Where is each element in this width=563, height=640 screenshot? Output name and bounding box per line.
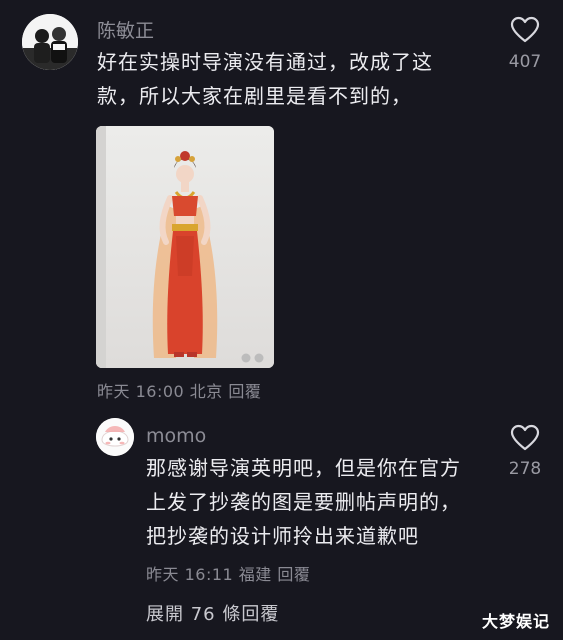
comment-meta: 昨天 16:00 北京 回覆: [97, 378, 261, 402]
heart-outline-icon: [510, 424, 540, 451]
reply-time: 昨天 16:11: [146, 565, 234, 584]
reply-button[interactable]: 回覆: [277, 565, 310, 584]
expand-replies-link[interactable]: 展開 76 條回覆: [146, 600, 279, 626]
heart-outline-icon: [510, 16, 540, 43]
like-button[interactable]: [510, 424, 540, 452]
costume-photo: [96, 126, 274, 368]
reply-location: 福建: [238, 565, 272, 584]
comment-time: 昨天 16:00: [97, 382, 185, 401]
comment-text-line: 款，所以大家在剧里是看不到的，: [97, 84, 412, 108]
like-count: 278: [508, 459, 542, 479]
avatar[interactable]: [96, 418, 134, 456]
reply-text-line: 把抄袭的设计师拎出来道歉吧: [146, 524, 419, 548]
like-button[interactable]: [510, 16, 540, 44]
comment-text: 好在实操时导演没有通过，改成了这 款，所以大家在剧里是看不到的，: [97, 45, 467, 113]
watermark: 大梦娱记: [482, 612, 551, 631]
like-count: 407: [508, 52, 542, 72]
reply-text-line: 那感谢导演英明吧，但是你在官方: [146, 456, 461, 480]
reply-username[interactable]: momo: [146, 425, 206, 447]
comment-username[interactable]: 陈敏正: [97, 16, 154, 43]
avatar[interactable]: [22, 14, 78, 70]
comment-location: 北京: [189, 382, 223, 401]
comment-text-line: 好在实操时导演没有通过，改成了这: [97, 50, 433, 74]
reply-button[interactable]: 回覆: [228, 382, 261, 401]
reply-meta: 昨天 16:11 福建 回覆: [146, 561, 310, 585]
reply-text: 那感谢导演英明吧，但是你在官方 上发了抄袭的图是要删帖声明的， 把抄袭的设计师拎…: [146, 451, 486, 553]
comment-image[interactable]: [96, 126, 274, 368]
reply-text-line: 上发了抄袭的图是要删帖声明的，: [146, 490, 461, 514]
